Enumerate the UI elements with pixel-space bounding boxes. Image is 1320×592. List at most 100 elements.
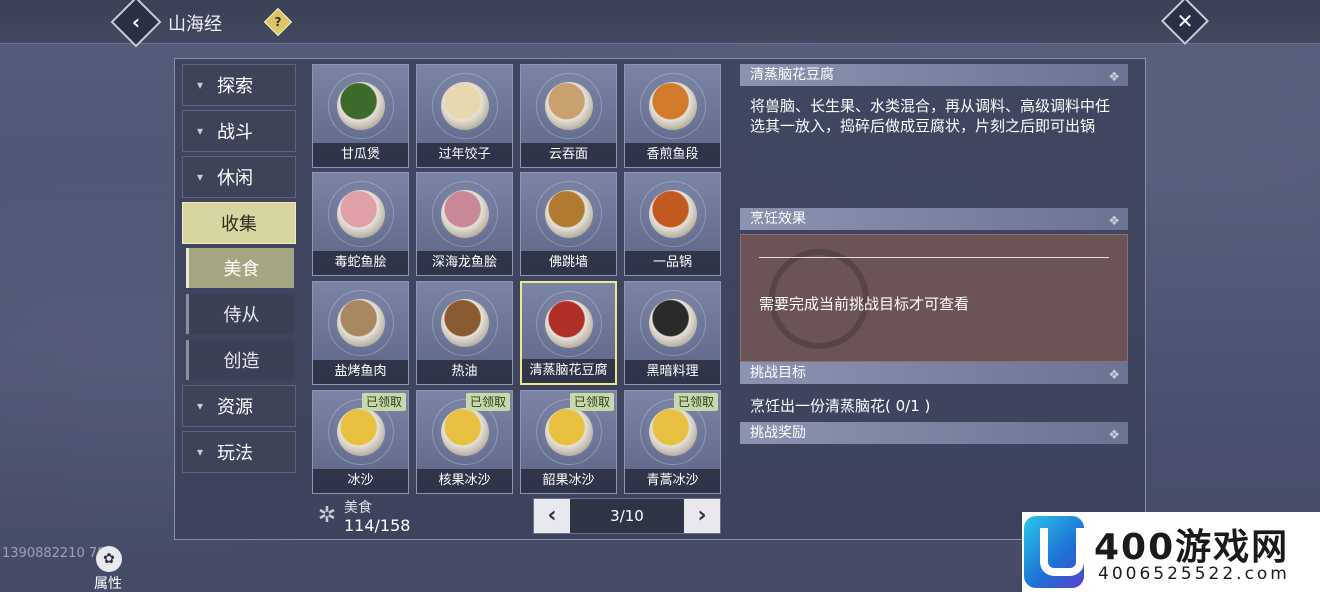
goal-header-label: 挑战目标 — [750, 365, 806, 381]
attribute-icon[interactable]: ✿ — [96, 546, 122, 572]
claimed-badge: 已领取 — [465, 393, 510, 411]
claimed-badge: 已领取 — [673, 393, 718, 411]
recipe-card[interactable]: 香煎鱼段 — [624, 64, 721, 168]
recipe-name: 青蒿冰沙 — [625, 469, 720, 493]
reward-header-label: 挑战奖励 — [750, 425, 806, 441]
recipe-card[interactable]: 过年饺子 — [416, 64, 513, 168]
chevron-down-icon: ▾ — [196, 78, 204, 92]
recipe-card[interactable]: 佛跳墙 — [520, 172, 617, 276]
next-page-button[interactable]: › — [684, 499, 720, 533]
dish-icon — [648, 190, 697, 238]
recipe-card[interactable]: 盐烤鱼肉 — [312, 281, 409, 385]
page-title: 山海经 — [168, 14, 222, 35]
sidebar-item-collection[interactable]: 收集 — [182, 202, 296, 244]
attribute-label[interactable]: 属性 — [94, 573, 122, 592]
chevron-down-icon: ▾ — [196, 170, 204, 184]
sidebar-item-label: 探索 — [217, 76, 253, 97]
chevron-left-icon: ‹ — [131, 10, 141, 34]
dish-icon — [648, 299, 697, 347]
claimed-badge: 已领取 — [361, 393, 406, 411]
dish-icon — [544, 408, 593, 456]
recipe-name: 热油 — [417, 360, 512, 384]
sidebar-item-label: 玩法 — [217, 443, 253, 464]
recipe-card[interactable]: 一品锅 — [624, 172, 721, 276]
recipe-card[interactable]: 核果冰沙 已领取 — [416, 390, 513, 494]
recipe-card[interactable]: 清蒸脑花豆腐 — [520, 281, 617, 385]
recipe-name: 云吞面 — [521, 143, 616, 167]
sidebar-item-label: 收集 — [221, 214, 257, 235]
recipe-card[interactable]: 冰沙 已领取 — [312, 390, 409, 494]
sidebar-subitem-create[interactable]: 创造 — [186, 340, 294, 380]
dish-icon — [336, 408, 385, 456]
watermark-brand: 400游戏网 — [1094, 527, 1290, 568]
recipe-card[interactable]: 黑暗料理 — [624, 281, 721, 385]
sidebar-subitem-servant[interactable]: 侍从 — [186, 294, 294, 334]
sidebar-item-explore[interactable]: ▾ 探索 — [182, 64, 296, 106]
watermark: 400游戏网 4006525522.com — [1022, 512, 1320, 592]
recipe-name: 黑暗料理 — [625, 360, 720, 384]
chevron-down-icon: ▾ — [196, 399, 204, 413]
recipe-name: 核果冰沙 — [417, 469, 512, 493]
dish-icon — [440, 82, 489, 130]
sidebar-subitem-food[interactable]: 美食 — [186, 248, 294, 288]
dish-icon — [544, 190, 593, 238]
effect-header: 烹饪效果 ❖ — [740, 208, 1128, 230]
pagination: ‹ 3/10 › — [533, 498, 721, 534]
ornament-icon: ❖ — [1108, 214, 1120, 229]
goal-header: 挑战目标 ❖ — [740, 362, 1128, 384]
recipe-name: 香煎鱼段 — [625, 143, 720, 167]
recipe-title-header: 清蒸脑花豆腐 ❖ — [740, 64, 1128, 86]
sidebar-item-gameplay[interactable]: ▾ 玩法 — [182, 431, 296, 473]
recipe-name: 冰沙 — [313, 469, 408, 493]
dish-icon — [648, 408, 697, 456]
effect-header-label: 烹饪效果 — [750, 211, 806, 227]
sidebar-item-label: 资源 — [217, 397, 253, 418]
recipe-card[interactable]: 毒蛇鱼脍 — [312, 172, 409, 276]
goal-text: 烹饪出一份清蒸脑花( 0/1 ) — [750, 397, 931, 415]
dish-icon — [336, 299, 385, 347]
category-label: 美食 — [344, 500, 372, 516]
recipe-name: 盐烤鱼肉 — [313, 360, 408, 384]
sidebar-item-label: 休闲 — [217, 168, 253, 189]
watermark-logo-icon — [1024, 516, 1084, 588]
top-bar: ‹ 山海经 ? ✕ — [0, 0, 1320, 48]
recipe-card[interactable]: 韶果冰沙 已领取 — [520, 390, 617, 494]
sidebar-item-battle[interactable]: ▾ 战斗 — [182, 110, 296, 152]
back-button[interactable]: ‹ — [110, 0, 162, 48]
dish-icon — [440, 299, 489, 347]
dish-icon — [440, 408, 489, 456]
close-button[interactable]: ✕ — [1160, 0, 1210, 46]
sidebar-item-resources[interactable]: ▾ 资源 — [182, 385, 296, 427]
recipe-description: 将兽脑、长生果、水类混合，再从调料、高级调料中任选其一放入，捣碎后做成豆腐状，片… — [750, 97, 1111, 135]
help-button[interactable]: ? — [263, 7, 293, 37]
effect-locked-box: 需要完成当前挑战目标才可查看 — [740, 234, 1128, 362]
recipe-name: 一品锅 — [625, 251, 720, 275]
sidebar-item-leisure[interactable]: ▾ 休闲 — [182, 156, 296, 198]
dish-icon — [648, 82, 697, 130]
close-icon: ✕ — [1176, 9, 1194, 33]
recipe-card[interactable]: 青蒿冰沙 已领取 — [624, 390, 721, 494]
detail-panel: 清蒸脑花豆腐 ❖ 将兽脑、长生果、水类混合，再从调料、高级调料中任选其一放入，捣… — [740, 64, 1128, 534]
recipe-name: 毒蛇鱼脍 — [313, 251, 408, 275]
ornament-icon: ❖ — [1108, 428, 1120, 443]
food-category-icon: ✲ — [317, 503, 337, 528]
reward-header: 挑战奖励 ❖ — [740, 422, 1128, 444]
recipe-card[interactable]: 甘瓜煲 — [312, 64, 409, 168]
prev-page-button[interactable]: ‹ — [534, 499, 570, 533]
dish-icon — [336, 190, 385, 238]
recipe-card[interactable]: 云吞面 — [520, 64, 617, 168]
recipe-card[interactable]: 热油 — [416, 281, 513, 385]
recipe-name: 清蒸脑花豆腐 — [522, 359, 615, 383]
recipe-card[interactable]: 深海龙鱼脍 — [416, 172, 513, 276]
recipe-name: 深海龙鱼脍 — [417, 251, 512, 275]
dish-icon — [336, 82, 385, 130]
recipe-name: 佛跳墙 — [521, 251, 616, 275]
chevron-down-icon: ▾ — [196, 124, 204, 138]
collection-count: 114/158 — [344, 516, 411, 535]
ornament-icon: ❖ — [1108, 70, 1120, 85]
claimed-badge: 已领取 — [569, 393, 614, 411]
recipe-title: 清蒸脑花豆腐 — [750, 67, 834, 83]
chevron-down-icon: ▾ — [196, 445, 204, 459]
dish-icon — [440, 190, 489, 238]
page-indicator: 3/10 — [610, 507, 644, 525]
